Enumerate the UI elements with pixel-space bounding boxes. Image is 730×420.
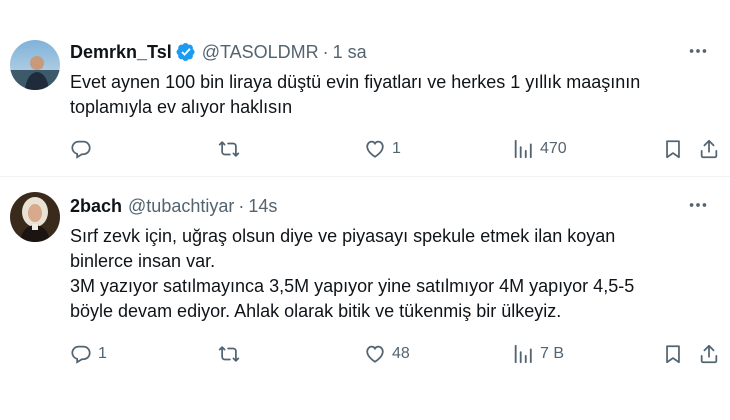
tweet-line: Evet aynen 100 bin liraya düştü evin fiy… xyxy=(70,72,641,92)
separator: · xyxy=(238,196,245,216)
reply-button[interactable]: 1 xyxy=(70,339,107,369)
like-count: 1 xyxy=(392,140,401,157)
like-count: 48 xyxy=(392,345,410,362)
reply-count: 1 xyxy=(98,345,107,362)
views-button[interactable]: 470 xyxy=(512,134,567,164)
views-count: 470 xyxy=(540,140,567,157)
tweet-2[interactable]: 2bach @tubachtiyar · 14s Sırf zevk için,… xyxy=(0,177,730,420)
avatar[interactable] xyxy=(10,192,60,242)
views-icon xyxy=(514,344,532,364)
tweet-line: Sırf zevk için, uğraş olsun diye ve piya… xyxy=(70,226,616,246)
tweet-header: Demrkn_Tsl @TASOLDMR · 1 sa xyxy=(70,41,710,63)
tweet-text: Evet aynen 100 bin liraya düştü evin fiy… xyxy=(70,70,700,120)
tweet-header: 2bach @tubachtiyar · 14s xyxy=(70,195,710,217)
tweet-line: 3M yazıyor satılmayınca 3,5M yapıyor yin… xyxy=(70,276,635,296)
more-icon[interactable] xyxy=(686,39,710,63)
more-icon[interactable] xyxy=(686,193,710,217)
retweet-button[interactable] xyxy=(218,134,246,164)
separator: · xyxy=(322,42,329,62)
action-bar: 1 48 7 B xyxy=(70,339,718,369)
bookmark-button[interactable] xyxy=(662,134,684,164)
like-icon xyxy=(366,345,384,363)
tweet-line: binlerce insan var. xyxy=(70,251,216,271)
tweet-line: böyle devam ediyor. Ahlak olarak bitik v… xyxy=(70,301,562,321)
like-button[interactable]: 48 xyxy=(364,339,410,369)
retweet-icon xyxy=(218,346,240,362)
handle[interactable]: @TASOLDMR xyxy=(202,41,319,63)
bookmark-button[interactable] xyxy=(662,339,684,369)
views-icon xyxy=(514,139,532,159)
tweet-text: Sırf zevk için, uğraş olsun diye ve piya… xyxy=(70,224,700,324)
share-icon xyxy=(700,139,718,159)
like-icon xyxy=(366,140,384,158)
like-button[interactable]: 1 xyxy=(364,134,401,164)
retweet-button[interactable] xyxy=(218,339,246,369)
tweet-1[interactable]: Demrkn_Tsl @TASOLDMR · 1 sa Evet aynen 1… xyxy=(0,0,730,177)
views-count: 7 B xyxy=(540,345,565,362)
reply-icon xyxy=(71,140,91,159)
share-button[interactable] xyxy=(698,339,720,369)
verified-badge-icon xyxy=(176,42,196,62)
views-button[interactable]: 7 B xyxy=(512,339,564,369)
retweet-icon xyxy=(218,141,240,157)
share-button[interactable] xyxy=(698,134,720,164)
bookmark-icon xyxy=(666,345,680,364)
avatar[interactable] xyxy=(10,40,60,90)
action-bar: 1 470 xyxy=(70,134,718,164)
reply-icon xyxy=(71,345,91,364)
tweet-line: toplamıyla ev alıyor haklısın xyxy=(70,97,293,117)
share-icon xyxy=(700,344,718,364)
display-name[interactable]: Demrkn_Tsl xyxy=(70,41,172,63)
timestamp[interactable]: 14s xyxy=(248,195,277,217)
display-name[interactable]: 2bach xyxy=(70,195,122,217)
timestamp[interactable]: 1 sa xyxy=(333,41,367,63)
reply-button[interactable] xyxy=(70,134,98,164)
handle[interactable]: @tubachtiyar xyxy=(128,195,234,217)
bookmark-icon xyxy=(666,140,680,159)
